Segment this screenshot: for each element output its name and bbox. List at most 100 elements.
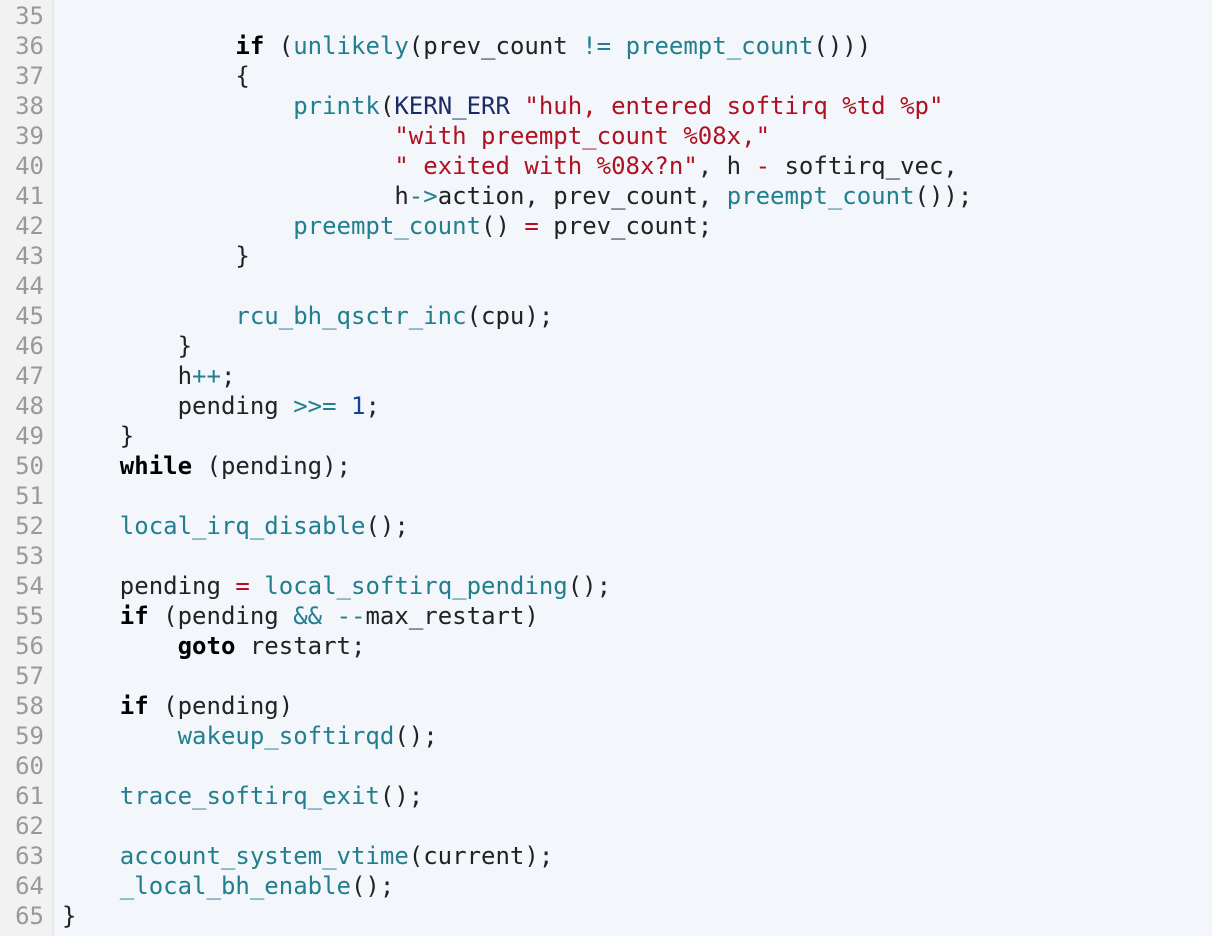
token-fn: account_system_vtime xyxy=(120,842,409,870)
line-number: 42 xyxy=(8,211,44,241)
code-line: trace_softirq_exit(); xyxy=(62,781,1212,811)
code-line xyxy=(62,811,1212,841)
line-number: 38 xyxy=(8,91,44,121)
token-op-teal: != xyxy=(582,32,611,60)
token-op-red: = xyxy=(235,572,249,600)
token-var: prev_count xyxy=(423,32,582,60)
token-punct: (current); xyxy=(409,842,554,870)
code-line xyxy=(62,541,1212,571)
token-punct: ()); xyxy=(915,182,973,210)
token-fn: local_irq_disable xyxy=(120,512,366,540)
line-number: 49 xyxy=(8,421,44,451)
token-macro: KERN_ERR xyxy=(394,92,510,120)
token-punct: ( xyxy=(264,32,293,60)
token-punct xyxy=(250,572,264,600)
line-number: 52 xyxy=(8,511,44,541)
token-kw: if xyxy=(235,32,264,60)
token-fn: preempt_count xyxy=(293,212,481,240)
code-line: pending = local_softirq_pending(); xyxy=(62,571,1212,601)
line-number: 44 xyxy=(8,271,44,301)
token-var: pending xyxy=(178,692,279,720)
token-punct: (); xyxy=(380,782,423,810)
token-var: pending xyxy=(221,452,322,480)
token-punct: } xyxy=(235,242,249,270)
token-var: pending xyxy=(120,572,236,600)
code-area[interactable]: if (unlikely(prev_count != preempt_count… xyxy=(54,0,1212,936)
code-line: { xyxy=(62,61,1212,91)
token-op-teal: -> xyxy=(409,182,438,210)
code-line: rcu_bh_qsctr_inc(cpu); xyxy=(62,301,1212,331)
token-str: "with preempt_count %08x," xyxy=(394,122,770,150)
line-number: 65 xyxy=(8,901,44,931)
line-number: 51 xyxy=(8,481,44,511)
token-fn: trace_softirq_exit xyxy=(120,782,380,810)
token-punct: ( xyxy=(409,32,423,60)
code-line: pending >>= 1; xyxy=(62,391,1212,421)
code-line: } xyxy=(62,241,1212,271)
line-number: 53 xyxy=(8,541,44,571)
code-line xyxy=(62,1,1212,31)
token-num: 1 xyxy=(351,392,365,420)
token-punct: ( xyxy=(380,92,394,120)
token-op-teal: && xyxy=(293,602,322,630)
token-punct: ; xyxy=(365,392,379,420)
token-op-teal: -- xyxy=(337,602,366,630)
token-punct: ) xyxy=(279,692,293,720)
token-punct xyxy=(510,92,524,120)
line-number: 57 xyxy=(8,661,44,691)
code-line: _local_bh_enable(); xyxy=(62,871,1212,901)
token-punct: (); xyxy=(351,872,394,900)
token-kw: if xyxy=(120,692,149,720)
line-number: 47 xyxy=(8,361,44,391)
token-var: action, prev_count, xyxy=(438,182,727,210)
token-punct: ); xyxy=(322,452,351,480)
token-punct: restart; xyxy=(235,632,365,660)
code-line: wakeup_softirqd(); xyxy=(62,721,1212,751)
token-punct: ; xyxy=(221,362,235,390)
line-number: 54 xyxy=(8,571,44,601)
line-number: 39 xyxy=(8,121,44,151)
token-fn: preempt_count xyxy=(626,32,814,60)
line-number: 48 xyxy=(8,391,44,421)
code-line: if (pending && --max_restart) xyxy=(62,601,1212,631)
line-number: 63 xyxy=(8,841,44,871)
token-punct: , h xyxy=(698,152,756,180)
line-number-gutter: 3536373839404142434445464748495051525354… xyxy=(0,0,54,936)
code-line: goto restart; xyxy=(62,631,1212,661)
token-kw: while xyxy=(120,452,192,480)
token-str: " exited with %08x?n" xyxy=(394,152,697,180)
line-number: 40 xyxy=(8,151,44,181)
line-number: 35 xyxy=(8,1,44,31)
token-op-red: - xyxy=(756,152,770,180)
line-number: 58 xyxy=(8,691,44,721)
code-line: printk(KERN_ERR "huh, entered softirq %t… xyxy=(62,91,1212,121)
token-punct: ( xyxy=(149,692,178,720)
code-line: local_irq_disable(); xyxy=(62,511,1212,541)
line-number: 46 xyxy=(8,331,44,361)
line-number: 41 xyxy=(8,181,44,211)
token-punct: } xyxy=(178,332,192,360)
token-var: h xyxy=(394,182,408,210)
token-op-teal: >>= xyxy=(293,392,336,420)
code-line: account_system_vtime(current); xyxy=(62,841,1212,871)
line-number: 62 xyxy=(8,811,44,841)
code-line: h++; xyxy=(62,361,1212,391)
token-kw: if xyxy=(120,602,149,630)
code-line xyxy=(62,481,1212,511)
code-line: h->action, prev_count, preempt_count()); xyxy=(62,181,1212,211)
token-punct: ( xyxy=(149,602,178,630)
token-punct: ())) xyxy=(813,32,871,60)
code-line: preempt_count() = prev_count; xyxy=(62,211,1212,241)
line-number: 61 xyxy=(8,781,44,811)
token-punct: (cpu); xyxy=(467,302,554,330)
token-punct: } xyxy=(120,422,134,450)
line-number: 56 xyxy=(8,631,44,661)
line-number: 45 xyxy=(8,301,44,331)
code-editor: 3536373839404142434445464748495051525354… xyxy=(0,0,1212,936)
line-number: 43 xyxy=(8,241,44,271)
token-punct: softirq_vec, xyxy=(770,152,958,180)
token-punct: (); xyxy=(365,512,408,540)
line-number: 55 xyxy=(8,601,44,631)
line-number: 37 xyxy=(8,61,44,91)
token-fn: local_softirq_pending xyxy=(264,572,567,600)
